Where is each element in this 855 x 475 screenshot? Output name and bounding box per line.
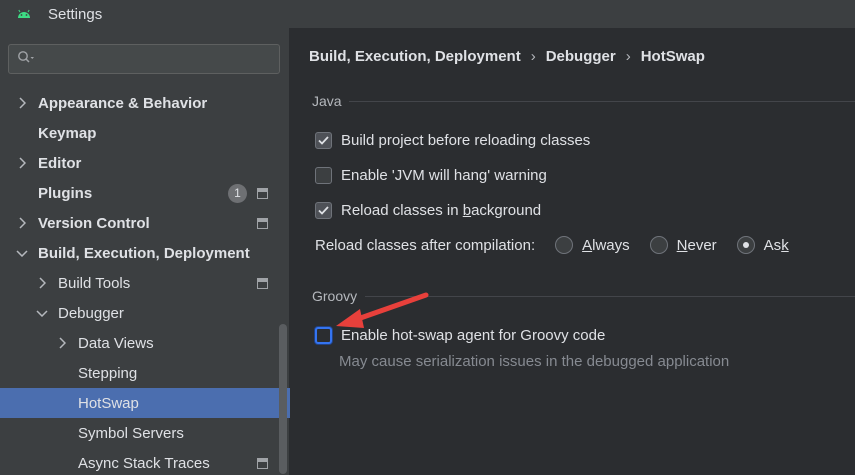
sidebar-item-build-tools[interactable]: Build Tools	[0, 268, 290, 298]
plugins-update-badge: 1	[228, 183, 247, 203]
project-level-icon	[257, 277, 268, 289]
chevron-down-icon[interactable]	[16, 247, 28, 259]
sidebar-item-label: Symbol Servers	[78, 424, 184, 442]
annotation-arrow-icon	[336, 292, 429, 328]
sidebar-item-editor[interactable]: Editor	[0, 148, 290, 178]
sidebar-item-label: Data Views	[78, 334, 154, 352]
radio-always-circle[interactable]	[555, 236, 574, 254]
radio-ask[interactable]: Ask	[736, 236, 789, 254]
project-level-icon	[257, 457, 268, 469]
sidebar-item-label: Plugins	[38, 184, 93, 202]
breadcrumb-separator: ›	[625, 48, 631, 65]
chevron-right-icon[interactable]	[16, 97, 28, 109]
chevron-right-icon[interactable]	[16, 157, 28, 169]
sidebar-item-label: Editor	[38, 154, 82, 172]
sidebar-item-keymap[interactable]: Keymap	[0, 118, 290, 148]
radio-always-label: Always	[582, 236, 630, 254]
chevron-right-icon[interactable]	[16, 217, 28, 229]
sidebar-item-appearance-behavior[interactable]: Appearance & Behavior	[0, 88, 290, 118]
sidebar-item-plugins[interactable]: Plugins 1	[0, 178, 290, 208]
project-level-icon	[257, 187, 268, 199]
sidebar-item-label: HotSwap	[78, 394, 139, 412]
breadcrumb-item: HotSwap	[640, 48, 705, 65]
breadcrumb-item[interactable]: Debugger	[546, 48, 616, 65]
breadcrumb: Build, Execution, Deployment › Debugger …	[309, 48, 705, 65]
reload-background-checkbox[interactable]	[315, 202, 332, 219]
project-level-icon	[257, 217, 268, 229]
reload-background-option[interactable]: Reload classes in background	[315, 202, 541, 219]
sidebar-item-label: Stepping	[78, 364, 138, 382]
radio-always[interactable]: Always	[555, 236, 630, 254]
sidebar-item-label: Async Stack Traces	[78, 454, 210, 472]
sidebar-item-label: Version Control	[38, 214, 150, 232]
sidebar-item-hotswap[interactable]: HotSwap	[0, 388, 290, 418]
jvm-hang-warning-label: Enable 'JVM will hang' warning	[341, 167, 547, 184]
chevron-right-icon[interactable]	[36, 277, 48, 289]
settings-tree: Appearance & Behavior Keymap Editor Plug…	[0, 88, 290, 475]
build-before-reload-checkbox[interactable]	[315, 132, 332, 149]
sidebar-item-label: Build Tools	[58, 274, 131, 292]
sidebar-item-debugger[interactable]: Debugger	[0, 298, 290, 328]
sidebar-item-label: Build, Execution, Deployment	[38, 244, 250, 262]
window-title: Settings	[48, 5, 103, 23]
sidebar-item-label: Keymap	[38, 124, 97, 142]
jvm-hang-warning-checkbox[interactable]	[315, 167, 332, 184]
build-before-reload-label: Build project before reloading classes	[341, 132, 591, 149]
sidebar-item-async-stack-traces[interactable]: Async Stack Traces	[0, 448, 290, 475]
settings-sidebar: Appearance & Behavior Keymap Editor Plug…	[0, 28, 290, 475]
reload-after-compilation-group: Reload classes after compilation: Always…	[315, 236, 789, 254]
title-bar: Settings	[0, 0, 855, 28]
radio-ask-circle[interactable]	[736, 236, 755, 254]
jvm-hang-warning-option[interactable]: Enable 'JVM will hang' warning	[315, 167, 547, 184]
breadcrumb-item[interactable]: Build, Execution, Deployment	[309, 48, 521, 65]
section-divider	[365, 296, 855, 297]
sidebar-item-label: Debugger	[58, 304, 124, 322]
chevron-down-icon[interactable]	[36, 307, 48, 319]
android-icon	[16, 8, 32, 20]
chevron-right-icon[interactable]	[56, 337, 68, 349]
breadcrumb-separator: ›	[530, 48, 536, 65]
java-section-title: Java	[312, 93, 342, 109]
reload-after-compilation-label: Reload classes after compilation:	[315, 236, 536, 254]
radio-never-label: Never	[676, 236, 717, 254]
section-divider	[349, 101, 855, 102]
radio-never[interactable]: Never	[649, 236, 717, 254]
reload-background-label: Reload classes in background	[341, 202, 542, 219]
sidebar-item-data-views[interactable]: Data Views	[0, 328, 290, 358]
sidebar-item-symbol-servers[interactable]: Symbol Servers	[0, 418, 290, 448]
groovy-hotswap-hint: May cause serialization issues in the de…	[339, 353, 730, 370]
search-input[interactable]	[8, 44, 280, 74]
build-before-reload-option[interactable]: Build project before reloading classes	[315, 132, 590, 149]
sidebar-item-label: Appearance & Behavior	[38, 94, 208, 112]
radio-never-circle[interactable]	[649, 236, 668, 254]
radio-ask-label: Ask	[763, 236, 789, 254]
sidebar-scrollbar[interactable]	[279, 324, 287, 474]
search-icon	[17, 50, 35, 68]
sidebar-item-stepping[interactable]: Stepping	[0, 358, 290, 388]
sidebar-item-build-execution-deployment[interactable]: Build, Execution, Deployment	[0, 238, 290, 268]
hotswap-settings-panel: Build, Execution, Deployment › Debugger …	[291, 28, 855, 475]
sidebar-item-version-control[interactable]: Version Control	[0, 208, 290, 238]
